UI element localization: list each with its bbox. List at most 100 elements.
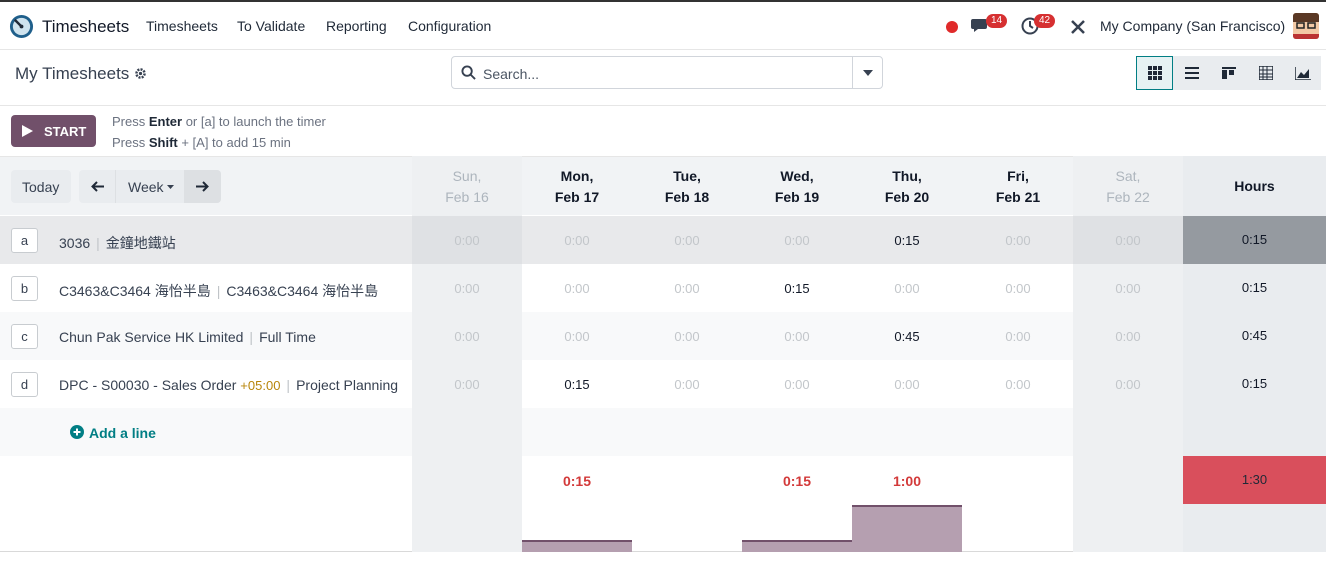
list-view-button[interactable] xyxy=(1173,56,1210,90)
time-cell[interactable]: 0:00 xyxy=(742,377,852,392)
table-row[interactable]: c Chun Pak Service HK Limited | Full Time 0:… xyxy=(0,312,1326,360)
app-name[interactable]: Timesheets xyxy=(42,17,129,37)
time-cell[interactable]: 0:15 xyxy=(522,377,632,392)
start-label: START xyxy=(44,124,87,139)
status-dot-icon[interactable] xyxy=(946,21,958,33)
next-button[interactable] xyxy=(185,170,221,203)
add-line-button[interactable]: Add a line xyxy=(70,425,156,441)
time-cell[interactable]: 0:00 xyxy=(1073,329,1183,344)
row-total: 0:15 xyxy=(1241,280,1268,295)
time-cell[interactable]: 0:15 xyxy=(742,281,852,296)
daily-total: 0:15 xyxy=(782,473,812,489)
time-cell[interactable]: 0:00 xyxy=(1073,377,1183,392)
caret-down-icon xyxy=(167,185,174,189)
grand-total: 1:30 xyxy=(1183,456,1326,504)
user-avatar[interactable] xyxy=(1293,13,1319,39)
time-cell[interactable]: 0:00 xyxy=(412,233,522,248)
menu-timesheets[interactable]: Timesheets xyxy=(146,18,218,34)
project-name: Chun Pak Service HK Limited xyxy=(59,329,244,345)
task-name: Full Time xyxy=(259,329,316,345)
caret-down-icon xyxy=(863,70,873,76)
tools-icon[interactable] xyxy=(1069,18,1087,36)
time-cell[interactable]: 0:00 xyxy=(412,329,522,344)
arrow-right-icon xyxy=(196,181,209,192)
search-icon xyxy=(461,65,476,80)
previous-button[interactable] xyxy=(79,170,115,203)
graph-icon xyxy=(1294,66,1311,80)
search-options-toggle[interactable] xyxy=(852,57,882,88)
row-shortcut-key[interactable]: d xyxy=(11,372,38,397)
gear-icon[interactable] xyxy=(134,67,147,80)
date-nav-group: Week xyxy=(79,170,221,203)
table-row[interactable]: a 3036 | 金鐘地鐵站 0:00 0:00 0:00 0:00 0:15 0:00 0:00 0… xyxy=(0,216,1326,264)
row-label[interactable]: C3463&C3464 海怡半島 | C3463&C3464 海怡半島 xyxy=(59,281,378,301)
timesheets-app-icon[interactable] xyxy=(9,14,34,39)
day-header-4: Thu, Feb 20 xyxy=(884,168,930,205)
project-name: DPC - S00030 - Sales Order xyxy=(59,377,237,393)
grid-icon xyxy=(1147,66,1162,80)
time-cell[interactable]: 0:00 xyxy=(632,377,742,392)
daily-total: 1:00 xyxy=(892,473,922,489)
messages-badge: 14 xyxy=(986,14,1008,28)
pivot-view-button[interactable] xyxy=(1247,56,1284,90)
time-cell[interactable]: 0:00 xyxy=(742,329,852,344)
time-cell[interactable]: 0:00 xyxy=(1073,233,1183,248)
time-cell[interactable]: 0:00 xyxy=(963,377,1073,392)
time-cell[interactable]: 0:15 xyxy=(852,233,962,248)
row-total: 0:15 xyxy=(1241,376,1268,391)
day-header-2: Tue, Feb 18 xyxy=(664,168,710,205)
pivot-icon xyxy=(1258,66,1273,80)
table-row[interactable]: b C3463&C3464 海怡半島 | C3463&C3464 海怡半島 0:00 0:… xyxy=(0,264,1326,312)
row-total: 0:45 xyxy=(1241,328,1268,343)
grid-view-button[interactable] xyxy=(1136,56,1173,90)
row-shortcut-key[interactable]: a xyxy=(11,228,38,253)
time-cell[interactable]: 0:00 xyxy=(963,233,1073,248)
plus-circle-icon xyxy=(70,425,84,439)
timer-hint-line1: Press Enter or [a] to launch the timer xyxy=(112,114,326,129)
range-dropdown[interactable]: Week xyxy=(115,170,185,203)
task-name: C3463&C3464 海怡半島 xyxy=(226,283,379,299)
table-row[interactable]: d DPC - S00030 - Sales Order +05:00 | Proje… xyxy=(0,360,1326,408)
row-label[interactable]: DPC - S00030 - Sales Order +05:00 | Projec… xyxy=(59,377,398,393)
company-switcher[interactable]: My Company (San Francisco) xyxy=(1100,18,1285,34)
time-cell[interactable]: 0:00 xyxy=(522,281,632,296)
time-cell[interactable]: 0:00 xyxy=(632,329,742,344)
timer-hint-line2: Press Shift + [A] to add 15 min xyxy=(112,135,291,150)
daily-total: 0:15 xyxy=(562,473,592,489)
deadline-offset: +05:00 xyxy=(240,378,281,393)
time-cell[interactable]: 0:00 xyxy=(522,233,632,248)
start-timer-button[interactable]: START xyxy=(11,115,96,147)
time-cell[interactable]: 0:00 xyxy=(852,281,962,296)
time-cell[interactable]: 0:00 xyxy=(522,329,632,344)
search-bar[interactable]: Search... xyxy=(451,56,883,89)
time-cell[interactable]: 0:00 xyxy=(742,233,852,248)
row-label[interactable]: 3036 | 金鐘地鐵站 xyxy=(59,233,176,253)
menu-reporting[interactable]: Reporting xyxy=(326,18,387,34)
search-input[interactable]: Search... xyxy=(483,66,539,82)
menu-configuration[interactable]: Configuration xyxy=(408,18,491,34)
project-name: C3463&C3464 海怡半島 xyxy=(59,283,211,299)
graph-view-button[interactable] xyxy=(1284,56,1321,90)
time-cell[interactable]: 0:45 xyxy=(852,329,962,344)
top-navbar: Timesheets Timesheets To Validate Report… xyxy=(0,0,1326,50)
hours-bar xyxy=(742,540,852,552)
row-shortcut-key[interactable]: b xyxy=(11,276,38,301)
time-cell[interactable]: 0:00 xyxy=(1073,281,1183,296)
time-cell[interactable]: 0:00 xyxy=(852,377,962,392)
time-cell[interactable]: 0:00 xyxy=(412,281,522,296)
time-cell[interactable]: 0:00 xyxy=(963,329,1073,344)
time-cell[interactable]: 0:00 xyxy=(632,281,742,296)
project-name: 3036 xyxy=(59,235,91,251)
time-cell[interactable]: 0:00 xyxy=(632,233,742,248)
time-cell[interactable]: 0:00 xyxy=(963,281,1073,296)
arrow-left-icon xyxy=(91,181,104,192)
row-label[interactable]: Chun Pak Service HK Limited | Full Time xyxy=(59,329,316,345)
page-title: My Timesheets xyxy=(15,64,130,83)
activities-badge: 42 xyxy=(1034,14,1056,28)
time-cell[interactable]: 0:00 xyxy=(412,377,522,392)
kanban-view-button[interactable] xyxy=(1210,56,1247,90)
menu-to-validate[interactable]: To Validate xyxy=(237,18,305,34)
daily-totals-row: 0:15 0:15 1:00 xyxy=(0,456,1326,504)
today-button[interactable]: Today xyxy=(11,170,71,203)
row-shortcut-key[interactable]: c xyxy=(11,324,38,349)
